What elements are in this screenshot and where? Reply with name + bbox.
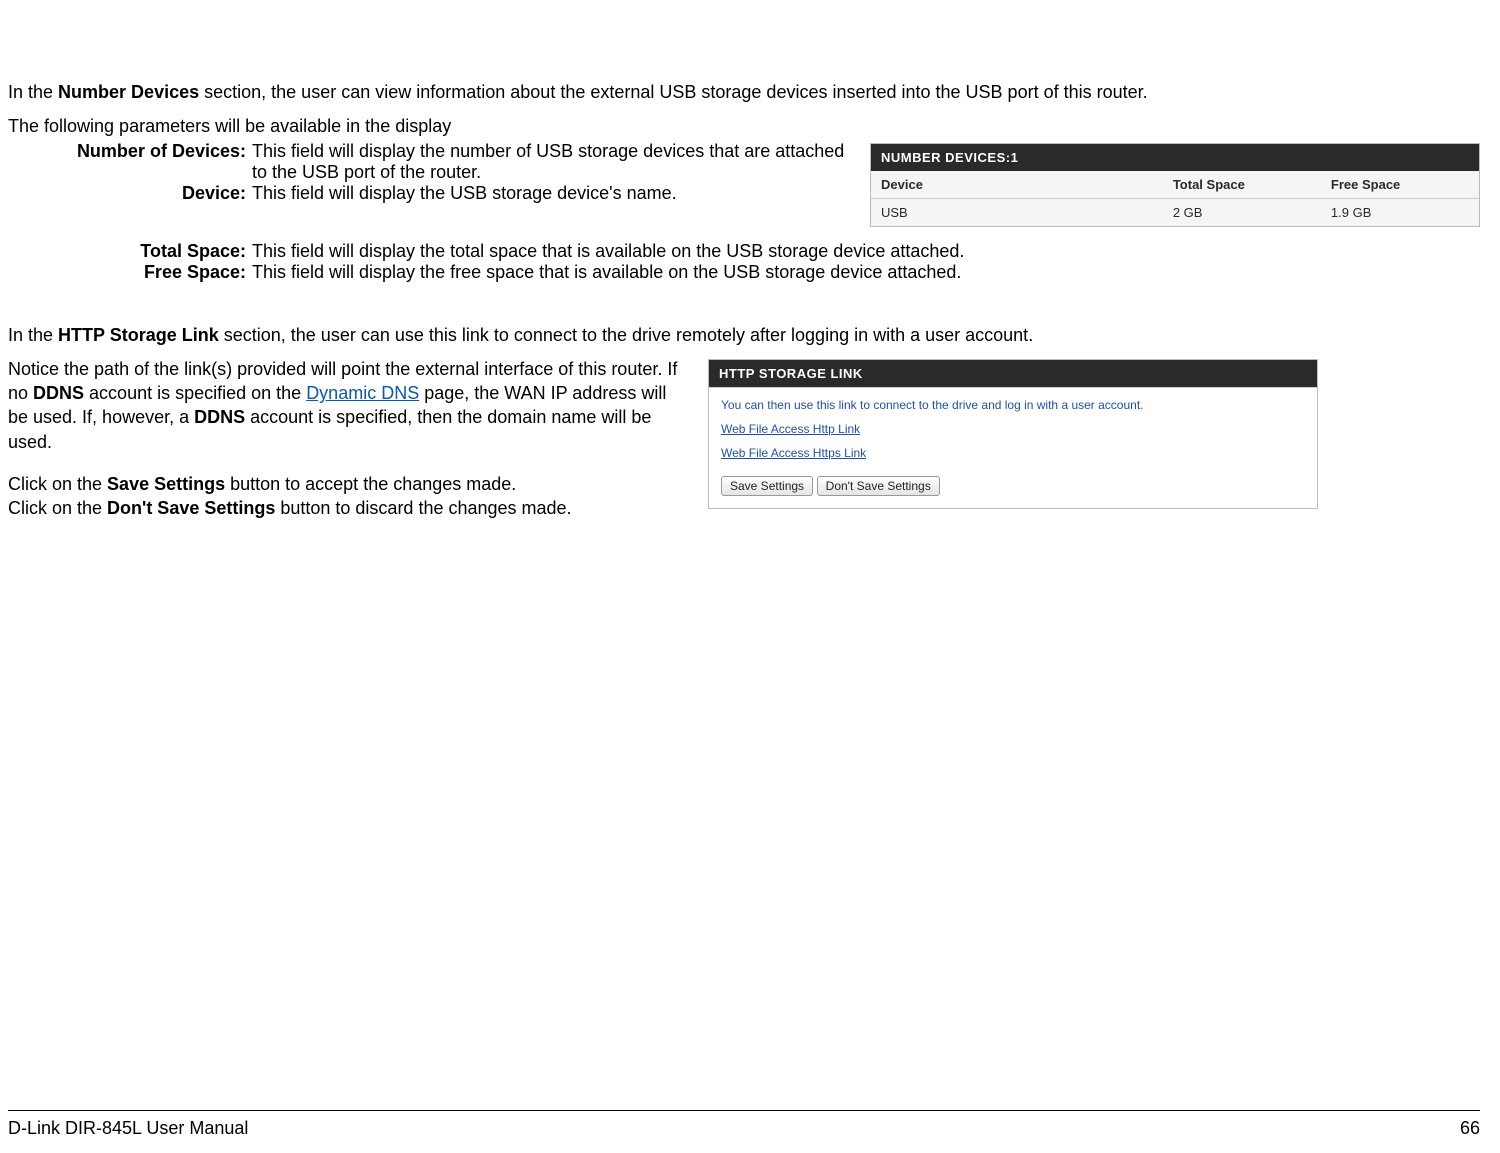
dynamic-dns-link[interactable]: Dynamic DNS xyxy=(306,383,419,403)
web-file-access-https-link[interactable]: Web File Access Https Link xyxy=(721,446,1305,460)
def-total-space: Total Space: This field will display the… xyxy=(8,241,1480,262)
panel1-table: Device Total Space Free Space USB 2 GB 1… xyxy=(871,171,1479,226)
screenshot-http-storage-link-panel: HTTP STORAGE LINK You can then use this … xyxy=(708,359,1318,509)
notice-and-screenshot2: Notice the path of the link(s) provided … xyxy=(8,357,1480,531)
def-device: Device: This field will display the USB … xyxy=(8,183,850,204)
panel1-title: NUMBER DEVICES:1 xyxy=(871,144,1479,171)
intro-number-devices: In the Number Devices section, the user … xyxy=(8,80,1480,104)
col-free-space: Free Space xyxy=(1321,171,1479,199)
dont-save-settings-instruction: Click on the Don't Save Settings button … xyxy=(8,496,688,520)
notice-paragraph: Notice the path of the link(s) provided … xyxy=(8,357,688,454)
dont-save-settings-button[interactable]: Don't Save Settings xyxy=(817,476,940,496)
def-number-of-devices: Number of Devices: This field will displ… xyxy=(8,141,850,183)
table-header-row: Device Total Space Free Space xyxy=(871,171,1479,199)
table-row: USB 2 GB 1.9 GB xyxy=(871,198,1479,226)
web-file-access-http-link[interactable]: Web File Access Http Link xyxy=(721,422,1305,436)
screenshot-number-devices-panel: NUMBER DEVICES:1 Device Total Space Free… xyxy=(870,143,1480,227)
footer-rule xyxy=(8,1110,1480,1111)
panel2-description: You can then use this link to connect to… xyxy=(721,398,1305,412)
footer-manual-title: D-Link DIR-845L User Manual xyxy=(8,1118,248,1139)
intro-http-storage-link: In the HTTP Storage Link section, the us… xyxy=(8,323,1480,347)
params-heading: The following parameters will be availab… xyxy=(8,114,1480,138)
col-total-space: Total Space xyxy=(1163,171,1321,199)
def-free-space: Free Space: This field will display the … xyxy=(8,262,1480,283)
save-settings-button[interactable]: Save Settings xyxy=(721,476,813,496)
defs-and-screenshot1: Number of Devices: This field will displ… xyxy=(8,141,1480,227)
col-device: Device xyxy=(871,171,1163,199)
panel2-title: HTTP STORAGE LINK xyxy=(709,360,1317,387)
footer-page-number: 66 xyxy=(1460,1118,1480,1139)
save-settings-instruction: Click on the Save Settings button to acc… xyxy=(8,472,688,496)
page-footer: D-Link DIR-845L User Manual 66 xyxy=(8,1118,1480,1139)
